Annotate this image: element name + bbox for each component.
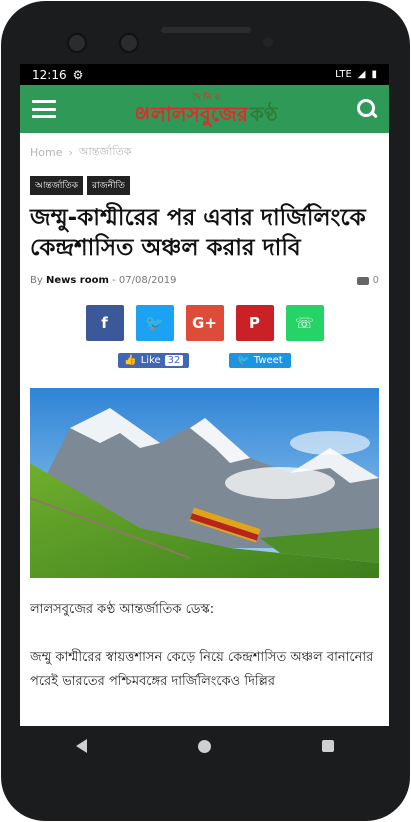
system-nav-bar	[20, 726, 389, 766]
logo-text-green: কণ্ঠ	[249, 102, 278, 126]
article-paragraph-2: জম্মু কাশ্মীরের স্বায়ত্তশাসন কেড়ে নিয়…	[30, 650, 374, 689]
publish-date: 07/08/2019	[118, 275, 177, 286]
tag-politics[interactable]: রাজনীতি	[87, 176, 130, 195]
google-plus-icon: G+	[192, 314, 217, 332]
tweet-label: Tweet	[253, 355, 283, 366]
share-buttons: f 🐦 G+ P ☏	[30, 305, 379, 341]
social-buttons: 👍 Like 32 🐦 Tweet	[30, 353, 379, 368]
menu-hamburger-icon[interactable]	[32, 100, 56, 118]
comment-number: 0	[372, 275, 379, 286]
settings-gear-icon: ⚙	[72, 67, 84, 82]
proximity-sensor	[263, 37, 273, 47]
app-bar: দৈ নি ক ᘛ লালসবুজের কণ্ঠ	[20, 85, 389, 133]
breadcrumb-section[interactable]: আন্তর্জাতিক	[79, 143, 132, 162]
article-meta: By News room - 07/08/2019 0	[30, 275, 379, 286]
network-type: LTE	[335, 69, 352, 80]
thumbs-up-icon: 👍	[124, 355, 137, 366]
phone-top-bezel	[1, 1, 410, 65]
back-icon[interactable]	[75, 739, 87, 753]
logo-text-red: লালসবুজের	[150, 102, 248, 126]
article-title: জম্মু-কাশ্মীরের পর এবার দার্জিলিংকে কেন্…	[30, 205, 366, 261]
breadcrumb: Home › আন্তর্জাতিক	[30, 143, 379, 162]
screen: 12:16 ⚙ LTE ◢ ▮ দৈ নি ক ᘛ লালসবুজের কণ্ঠ…	[20, 64, 389, 726]
breadcrumb-separator: ›	[68, 146, 73, 159]
article-hero-image[interactable]	[30, 388, 379, 578]
by-label: By	[30, 275, 43, 286]
category-tags: আন্তর্জাতিক রাজনীতি	[30, 176, 379, 195]
home-icon[interactable]	[197, 739, 211, 753]
article-content: Home › আন্তর্জাতিক আন্তর্জাতিক রাজনীতি জ…	[20, 143, 389, 694]
whatsapp-icon: ☏	[295, 314, 314, 332]
meta-dash: -	[112, 275, 116, 286]
pinterest-icon: P	[249, 314, 260, 332]
comment-icon	[356, 276, 369, 285]
pinterest-share-button[interactable]: P	[235, 305, 274, 341]
status-time: 12:16	[32, 67, 67, 82]
author-name[interactable]: News room	[46, 275, 109, 286]
site-logo[interactable]: দৈ নি ক ᘛ লালসবুজের কণ্ঠ	[135, 93, 277, 125]
logo-mark-icon: ᘛ	[135, 104, 149, 123]
tweet-button[interactable]: 🐦 Tweet	[229, 353, 291, 368]
twitter-share-button[interactable]: 🐦	[135, 305, 174, 341]
twitter-bird-icon: 🐦	[237, 355, 250, 366]
twitter-icon: 🐦	[145, 314, 164, 332]
facebook-like-button[interactable]: 👍 Like 32	[118, 353, 190, 368]
facebook-icon: f	[101, 314, 108, 332]
front-camera	[119, 33, 139, 53]
battery-icon: ▮	[371, 69, 377, 80]
tag-international[interactable]: আন্তর্জাতিক	[30, 176, 83, 195]
article-paragraph-1: লালসবুজের কণ্ঠ আন্তর্জাতিক ডেস্ক:	[30, 602, 215, 617]
like-label: Like	[140, 355, 161, 366]
like-count: 32	[164, 355, 184, 366]
whatsapp-share-button[interactable]: ☏	[285, 305, 324, 341]
recent-apps-icon[interactable]	[321, 740, 334, 752]
earpiece-speaker	[161, 27, 251, 33]
search-icon[interactable]	[357, 99, 378, 119]
front-sensor-left	[67, 33, 87, 53]
google-plus-share-button[interactable]: G+	[185, 305, 224, 341]
breadcrumb-home[interactable]: Home	[30, 146, 62, 159]
signal-icon: ◢	[357, 69, 366, 80]
status-bar: 12:16 ⚙ LTE ◢ ▮	[20, 64, 389, 85]
facebook-share-button[interactable]: f	[85, 305, 124, 341]
comment-count[interactable]: 0	[356, 275, 379, 286]
